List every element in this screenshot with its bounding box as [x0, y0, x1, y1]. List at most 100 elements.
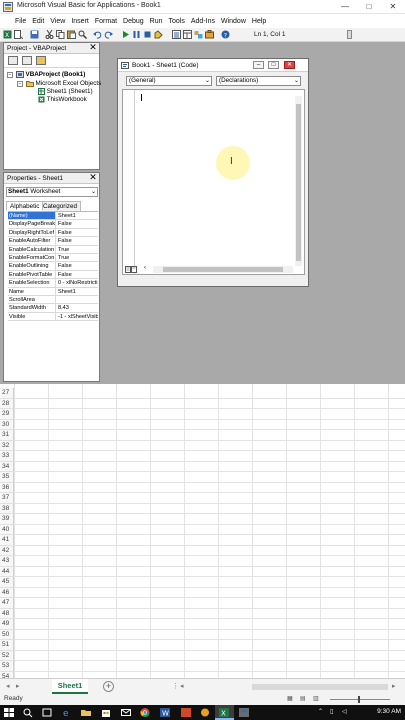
- scroll-thumb[interactable]: [296, 104, 301, 261]
- row-header[interactable]: 30: [0, 419, 14, 430]
- row-header[interactable]: 47: [0, 598, 14, 609]
- tree-folder-excel-objects[interactable]: − Microsoft Excel Objects: [17, 80, 101, 88]
- row-header[interactable]: 36: [0, 482, 14, 493]
- property-value[interactable]: False: [58, 220, 98, 227]
- row-header[interactable]: 31: [0, 430, 14, 441]
- sheet-tab-sheet1[interactable]: Sheet1: [52, 679, 88, 694]
- hscroll-left-icon[interactable]: ◂: [180, 682, 184, 690]
- row-header[interactable]: 42: [0, 545, 14, 556]
- row-header[interactable]: 38: [0, 503, 14, 514]
- property-value[interactable]: False: [58, 262, 98, 269]
- procedure-combo[interactable]: (Declarations) ⌄: [216, 76, 301, 86]
- tab-alphabetic[interactable]: Alphabetic: [6, 201, 44, 211]
- minimize-button[interactable]: —: [333, 0, 357, 14]
- store-icon[interactable]: [100, 707, 112, 718]
- reset-icon[interactable]: [143, 30, 152, 39]
- windows-start-icon[interactable]: [3, 707, 15, 718]
- menu-run[interactable]: Run: [147, 15, 166, 28]
- row-header[interactable]: 34: [0, 461, 14, 472]
- paste-icon[interactable]: [67, 30, 76, 39]
- close-button[interactable]: ✕: [381, 0, 405, 14]
- view-excel-icon[interactable]: X: [3, 30, 12, 39]
- network-icon[interactable]: ▯: [330, 708, 333, 715]
- hscroll-right-icon[interactable]: ▸: [392, 682, 396, 690]
- copy-icon[interactable]: [56, 30, 65, 39]
- tab-scroll-right-icon[interactable]: ▸: [16, 682, 20, 690]
- row-header[interactable]: 44: [0, 566, 14, 577]
- menu-format[interactable]: Format: [92, 15, 120, 28]
- media-icon[interactable]: [199, 707, 211, 718]
- property-row[interactable]: EnableOutlining False: [8, 262, 98, 271]
- row-header[interactable]: 49: [0, 619, 14, 630]
- property-row[interactable]: EnableAutoFilter False: [8, 237, 98, 246]
- row-header[interactable]: 40: [0, 524, 14, 535]
- menu-view[interactable]: View: [47, 15, 68, 28]
- menu-file[interactable]: File: [12, 15, 29, 28]
- properties-window-icon[interactable]: [183, 30, 192, 39]
- property-row[interactable]: ScrollArea: [8, 295, 98, 305]
- add-sheet-button[interactable]: +: [103, 681, 114, 692]
- object-select[interactable]: Sheet1 Worksheet ⌄: [6, 187, 98, 197]
- menu-insert[interactable]: Insert: [68, 15, 92, 28]
- row-header[interactable]: 39: [0, 514, 14, 525]
- code-editor[interactable]: ‹: [122, 89, 305, 275]
- property-value[interactable]: False: [58, 237, 98, 244]
- object-combo[interactable]: (General) ⌄: [126, 76, 212, 86]
- page-break-icon[interactable]: ▥: [313, 695, 319, 702]
- page-layout-icon[interactable]: ▤: [300, 695, 306, 702]
- excel-sheet-grid[interactable]: 27 28 29 30 31 32 33 34 35 36 37 38 39 40 41 42 43 44 45 46…: [0, 384, 405, 682]
- code-maximize-button[interactable]: □: [268, 61, 279, 69]
- collapse-icon[interactable]: −: [7, 71, 13, 78]
- redo-icon[interactable]: [104, 30, 113, 39]
- code-horizontal-scrollbar[interactable]: [153, 266, 293, 273]
- volume-icon[interactable]: ◁: [342, 708, 347, 715]
- code-minimize-button[interactable]: ‒: [253, 61, 264, 69]
- row-header[interactable]: 43: [0, 556, 14, 567]
- toolbar-scroll-handle-icon[interactable]: [347, 30, 352, 39]
- word-icon[interactable]: W: [159, 707, 171, 718]
- view-toggle-icon[interactable]: [125, 266, 137, 273]
- property-row[interactable]: EnableFormatCon True: [8, 253, 98, 263]
- save-icon[interactable]: [30, 30, 39, 39]
- tree-item-thisworkbook[interactable]: ThisWorkbook: [38, 96, 87, 104]
- properties-panel-close-button[interactable]: ✕: [88, 173, 98, 183]
- insert-module-icon[interactable]: [14, 30, 23, 39]
- property-value[interactable]: 8.43: [58, 304, 98, 311]
- row-header[interactable]: 50: [0, 629, 14, 640]
- search-icon[interactable]: [22, 707, 34, 718]
- row-header[interactable]: 48: [0, 608, 14, 619]
- tab-categorized[interactable]: Categorized: [39, 201, 81, 211]
- vba-taskbar-icon[interactable]: [238, 707, 250, 718]
- zoom-slider[interactable]: [330, 699, 390, 700]
- excel-icon[interactable]: X: [218, 707, 230, 718]
- code-close-button[interactable]: ✕: [284, 61, 295, 69]
- sheet-horizontal-scrollbar[interactable]: [252, 684, 388, 690]
- menu-window[interactable]: Window: [218, 15, 249, 28]
- view-object-icon[interactable]: [22, 56, 32, 65]
- property-value[interactable]: 0 - xlNoRestricti: [58, 279, 98, 286]
- row-header[interactable]: 32: [0, 440, 14, 451]
- scroll-left-icon[interactable]: ‹: [144, 265, 146, 271]
- tab-scroll-left-icon[interactable]: ◂: [6, 682, 10, 690]
- property-value[interactable]: Sheet1: [58, 288, 98, 295]
- row-header[interactable]: 51: [0, 640, 14, 651]
- mail-icon[interactable]: [120, 707, 132, 718]
- property-row[interactable]: EnablePivotTable False: [8, 270, 98, 280]
- row-header[interactable]: 33: [0, 451, 14, 462]
- row-header[interactable]: 46: [0, 587, 14, 598]
- property-value[interactable]: True: [58, 246, 98, 253]
- design-mode-icon[interactable]: [154, 30, 163, 39]
- project-explorer-icon[interactable]: [172, 30, 181, 39]
- property-row[interactable]: StandardWidth 8.43: [8, 304, 98, 313]
- zoom-slider-thumb[interactable]: [358, 696, 360, 703]
- toggle-folders-icon[interactable]: [36, 56, 46, 65]
- break-icon[interactable]: [132, 30, 141, 39]
- property-row[interactable]: Visible -1 - xlSheetVisib: [8, 312, 98, 322]
- property-row[interactable]: (Name) Sheet1: [8, 212, 98, 221]
- row-header[interactable]: 35: [0, 472, 14, 483]
- chrome-icon[interactable]: [139, 707, 151, 718]
- property-row[interactable]: DisplayPageBreak False: [8, 220, 98, 229]
- property-value[interactable]: -1 - xlSheetVisib: [58, 313, 98, 320]
- property-row[interactable]: DisplayRightToLef False: [8, 228, 98, 238]
- row-header[interactable]: 41: [0, 535, 14, 546]
